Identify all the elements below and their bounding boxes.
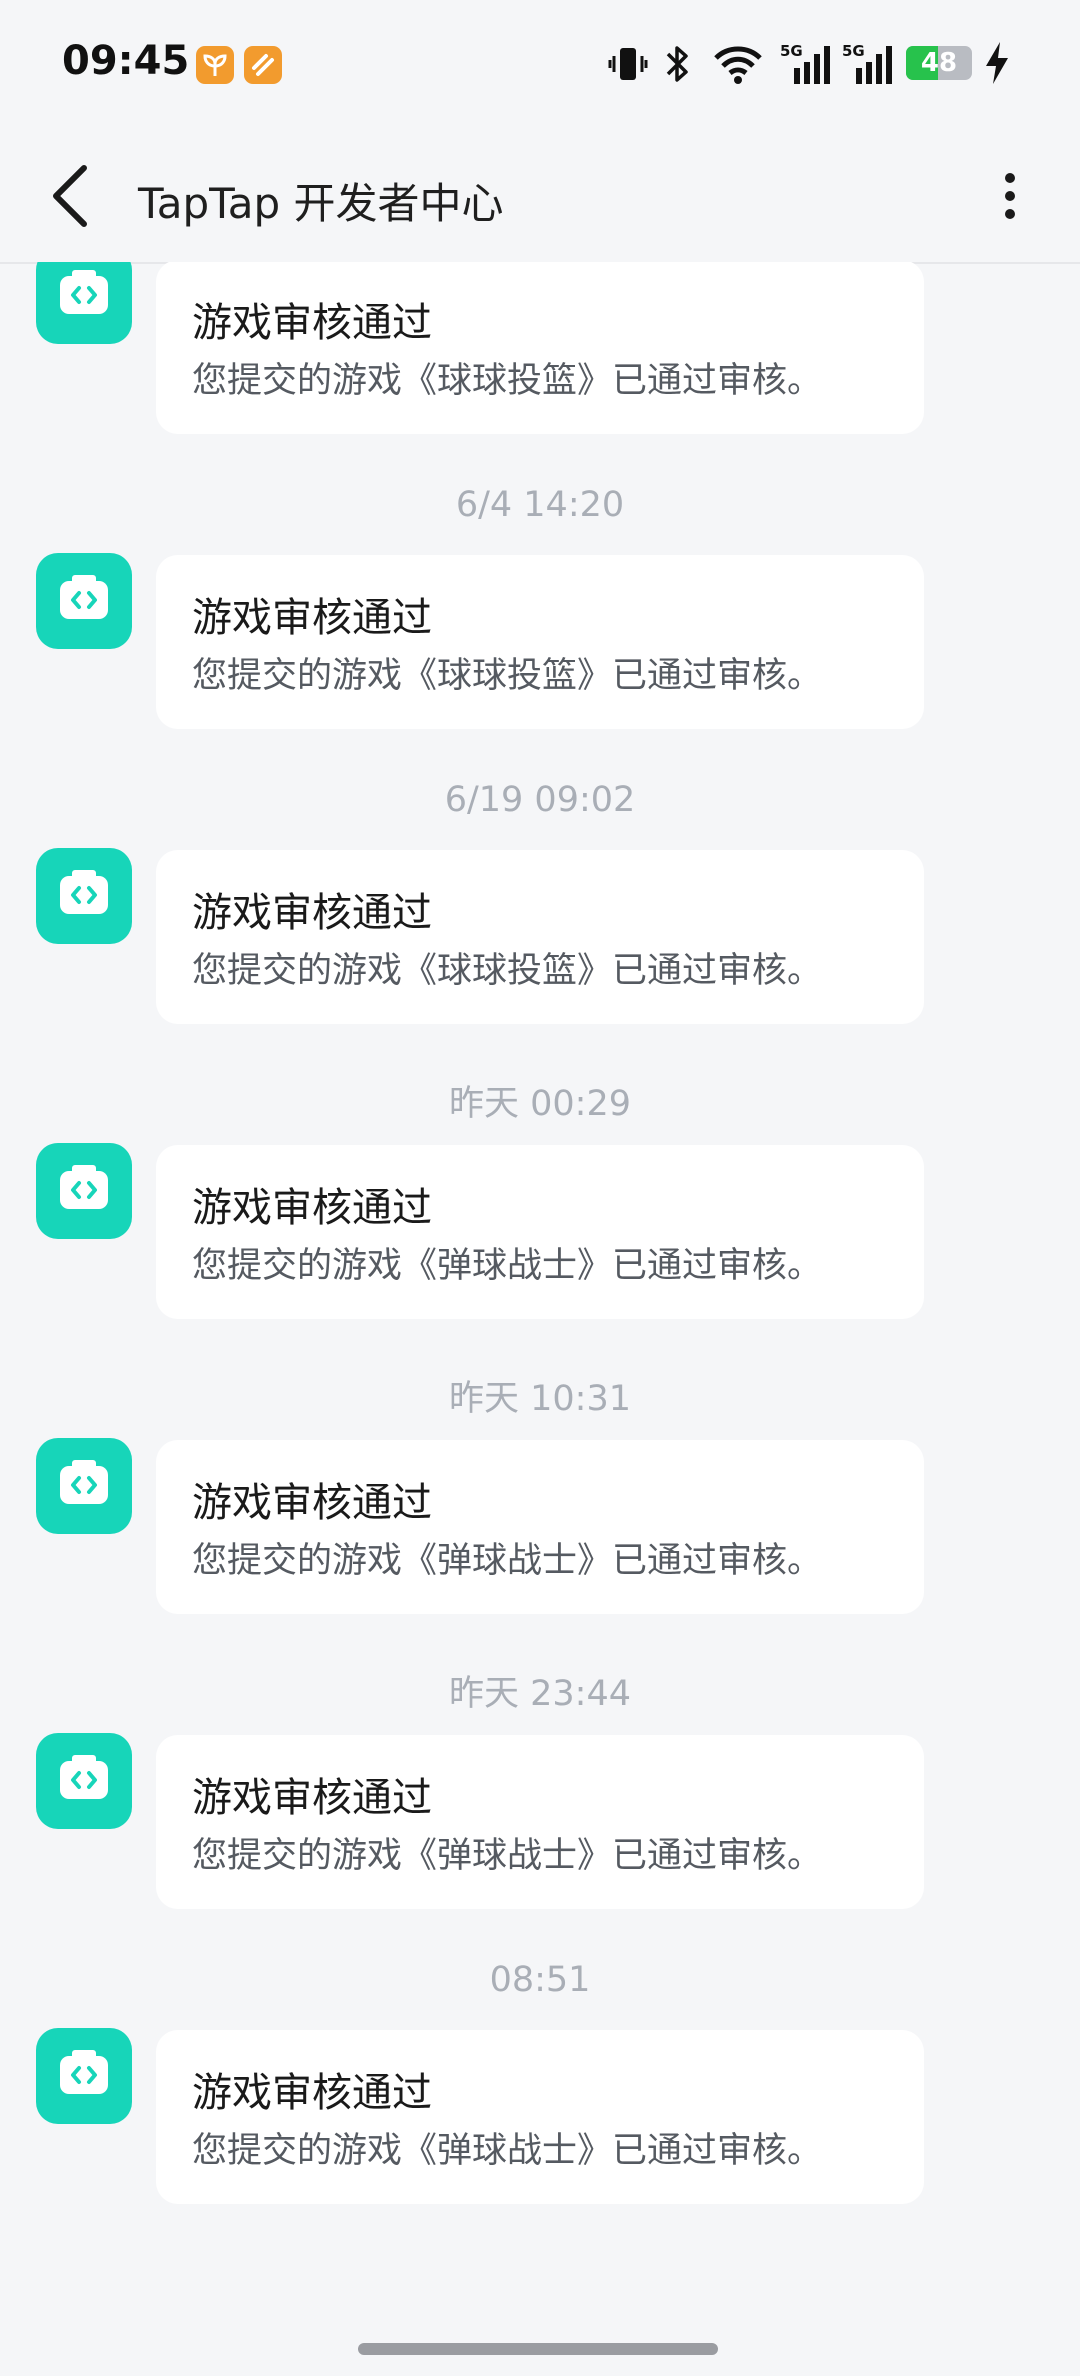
more-vertical-icon	[1005, 173, 1015, 219]
message-body: 您提交的游戏《球球投篮》已通过审核。	[192, 951, 823, 991]
more-button[interactable]	[980, 156, 1040, 236]
sender-avatar[interactable]	[36, 1438, 132, 1534]
signal-5g-icon: 5G	[780, 40, 830, 90]
message-title: 游戏审核通过	[192, 595, 432, 641]
message-title: 游戏审核通过	[192, 300, 432, 346]
message-bubble[interactable]: 游戏审核通过您提交的游戏《球球投篮》已通过审核。	[156, 262, 924, 434]
sender-avatar[interactable]	[36, 262, 132, 344]
developer-code-icon	[60, 1165, 108, 1209]
developer-code-icon	[60, 270, 108, 314]
app-notification-icon	[196, 46, 234, 84]
svg-text:5G: 5G	[842, 42, 865, 60]
message-timestamp: 昨天 00:29	[449, 1084, 631, 1124]
message-bubble[interactable]: 游戏审核通过您提交的游戏《弹球战士》已通过审核。	[156, 2030, 924, 2204]
developer-code-icon	[60, 870, 108, 914]
developer-code-icon	[60, 1460, 108, 1504]
message-bubble[interactable]: 游戏审核通过您提交的游戏《弹球战士》已通过审核。	[156, 1440, 924, 1614]
battery-indicator: 48	[906, 46, 972, 80]
message-body: 您提交的游戏《弹球战士》已通过审核。	[192, 1836, 823, 1876]
page-title: TapTap 开发者中心	[138, 179, 504, 228]
message-timestamp: 08:51	[489, 1960, 591, 2000]
sender-avatar[interactable]	[36, 1143, 132, 1239]
sender-avatar[interactable]	[36, 848, 132, 944]
home-indicator[interactable]	[358, 2343, 718, 2355]
message-body: 您提交的游戏《球球投篮》已通过审核。	[192, 656, 823, 696]
message-timestamp: 6/4 14:20	[455, 485, 625, 525]
message-bubble[interactable]: 游戏审核通过您提交的游戏《弹球战士》已通过审核。	[156, 1145, 924, 1319]
developer-code-icon	[60, 2050, 108, 2094]
message-body: 您提交的游戏《弹球战士》已通过审核。	[192, 2131, 823, 2171]
message-body: 您提交的游戏《弹球战士》已通过审核。	[192, 1246, 823, 1286]
message-timestamp: 6/19 09:02	[444, 780, 636, 820]
message-title: 游戏审核通过	[192, 1480, 432, 1526]
charging-icon	[984, 40, 1010, 90]
message-list[interactable]: 游戏审核通过 您提交的游戏《球球投篮》已通过审核。 6/4 14:20 游戏审核通过您…	[0, 262, 1080, 2312]
developer-code-icon	[60, 575, 108, 619]
message-timestamp: 昨天 10:31	[449, 1379, 631, 1419]
message-title: 游戏审核通过	[192, 890, 432, 936]
message-bubble[interactable]: 游戏审核通过您提交的游戏《弹球战士》已通过审核。	[156, 1735, 924, 1909]
status-time: 09:45	[62, 38, 190, 84]
message-title: 游戏审核通过	[192, 1775, 432, 1821]
chevron-left-icon	[53, 165, 87, 227]
message-body: 您提交的游戏《弹球战士》已通过审核。	[192, 1541, 823, 1581]
status-bar: 09:45 5G 5G 48	[0, 0, 1080, 130]
developer-code-icon	[60, 1755, 108, 1799]
sender-avatar[interactable]	[36, 553, 132, 649]
message-body: 您提交的游戏《球球投篮》已通过审核。	[192, 361, 823, 401]
message-bubble[interactable]: 游戏审核通过您提交的游戏《球球投篮》已通过审核。	[156, 555, 924, 729]
battery-level: 48	[920, 48, 958, 78]
message-title: 游戏审核通过	[192, 1185, 432, 1231]
message-bubble[interactable]: 游戏审核通过您提交的游戏《球球投篮》已通过审核。	[156, 850, 924, 1024]
signal-5g-icon: 5G	[842, 40, 892, 90]
back-button[interactable]	[40, 156, 120, 236]
message-title: 游戏审核通过	[192, 2070, 432, 2116]
app-notification-icon	[244, 46, 282, 84]
svg-text:5G: 5G	[780, 42, 803, 60]
app-bar: TapTap 开发者中心	[0, 130, 1080, 264]
message-timestamp: 昨天 23:44	[449, 1674, 631, 1714]
sender-avatar[interactable]	[36, 1733, 132, 1829]
wifi-icon	[712, 42, 764, 90]
vibrate-icon	[608, 44, 648, 88]
bluetooth-icon	[660, 42, 696, 90]
sender-avatar[interactable]	[36, 2028, 132, 2124]
